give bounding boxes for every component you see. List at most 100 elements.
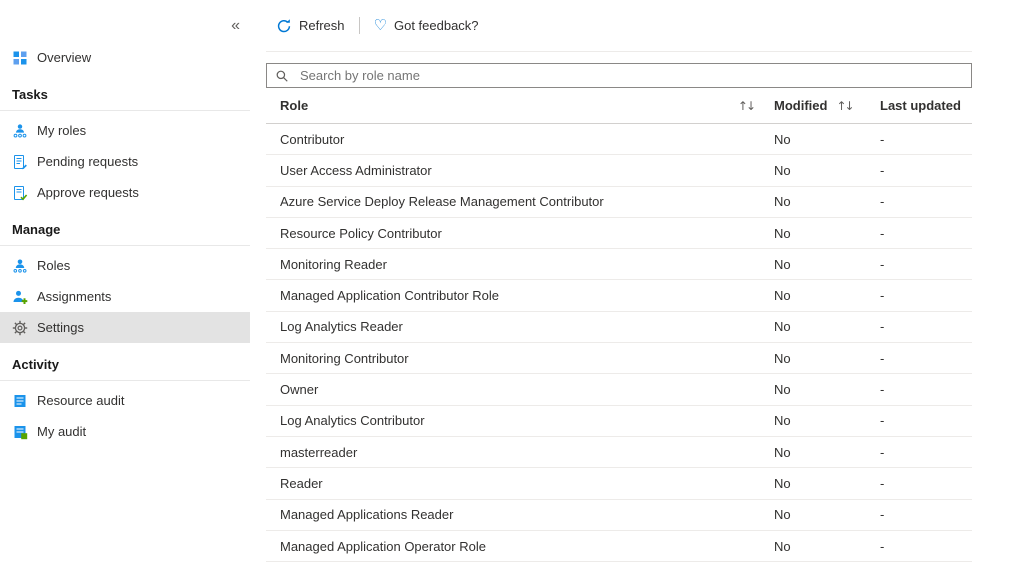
modified-value: No	[774, 445, 880, 460]
role-name: Managed Applications Reader	[266, 507, 774, 522]
search-input[interactable]	[298, 67, 963, 84]
table-header: Role ↑↓ Modified ↑↓ Last updated	[266, 88, 972, 124]
sort-role-icon[interactable]: ↑↓	[738, 99, 756, 113]
sidebar-item-label: My roles	[37, 123, 86, 138]
sidebar-section-header-tasks: Tasks	[0, 73, 250, 110]
table-row[interactable]: Resource Policy Contributor No -	[266, 218, 972, 249]
main-content: Refresh ♡ Got feedback? Role ↑↓ Modified…	[266, 0, 972, 562]
table-row[interactable]: Managed Application Operator Role No -	[266, 531, 972, 562]
sidebar-item-label: Roles	[37, 258, 70, 273]
toolbar-divider	[359, 17, 360, 34]
role-name: User Access Administrator	[266, 163, 774, 178]
assignments-icon	[12, 289, 28, 305]
role-name: Monitoring Contributor	[266, 351, 774, 366]
last-updated-value: -	[880, 163, 972, 178]
sidebar-item-label: Overview	[37, 50, 91, 65]
sidebar-item-my-audit[interactable]: My audit	[0, 416, 250, 447]
pending-requests-icon	[12, 154, 28, 170]
table-row[interactable]: Reader No -	[266, 468, 972, 499]
my-audit-icon	[12, 424, 28, 440]
refresh-label: Refresh	[299, 18, 345, 33]
modified-value: No	[774, 226, 880, 241]
sidebar-item-approve-requests[interactable]: Approve requests	[0, 177, 250, 208]
sidebar-item-pending-requests[interactable]: Pending requests	[0, 146, 250, 177]
feedback-button[interactable]: ♡ Got feedback?	[374, 18, 479, 33]
role-name: Managed Application Contributor Role	[266, 288, 774, 303]
sidebar-section-header-activity: Activity	[0, 343, 250, 380]
role-name: Log Analytics Contributor	[266, 413, 774, 428]
last-updated-value: -	[880, 445, 972, 460]
column-header-modified[interactable]: Modified	[774, 98, 827, 113]
sidebar-item-resource-audit[interactable]: Resource audit	[0, 385, 250, 416]
sidebar-item-label: Pending requests	[37, 154, 138, 169]
sidebar-section-header-manage: Manage	[0, 208, 250, 245]
last-updated-value: -	[880, 413, 972, 428]
role-name: Monitoring Reader	[266, 257, 774, 272]
table-row[interactable]: Managed Application Contributor Role No …	[266, 280, 972, 311]
last-updated-value: -	[880, 257, 972, 272]
table-body: Contributor No - User Access Administrat…	[266, 124, 972, 562]
role-name: Reader	[266, 476, 774, 491]
sidebar-item-label: My audit	[37, 424, 86, 439]
table-row[interactable]: Contributor No -	[266, 124, 972, 155]
role-name: Resource Policy Contributor	[266, 226, 774, 241]
sidebar-divider	[0, 245, 250, 246]
overview-icon	[12, 50, 28, 66]
modified-value: No	[774, 382, 880, 397]
table-row[interactable]: Log Analytics Contributor No -	[266, 406, 972, 437]
sort-modified-icon[interactable]: ↑↓	[836, 99, 854, 113]
table-row[interactable]: Log Analytics Reader No -	[266, 312, 972, 343]
role-name: Contributor	[266, 132, 774, 147]
table-row[interactable]: Monitoring Reader No -	[266, 249, 972, 280]
refresh-button[interactable]: Refresh	[276, 18, 345, 34]
modified-value: No	[774, 163, 880, 178]
last-updated-value: -	[880, 194, 972, 209]
last-updated-value: -	[880, 382, 972, 397]
modified-value: No	[774, 476, 880, 491]
table-row[interactable]: Azure Service Deploy Release Management …	[266, 187, 972, 218]
table-row[interactable]: User Access Administrator No -	[266, 155, 972, 186]
modified-value: No	[774, 507, 880, 522]
sidebar-item-label: Resource audit	[37, 393, 124, 408]
role-name: Owner	[266, 382, 774, 397]
sidebar-item-settings[interactable]: Settings	[0, 312, 250, 343]
sidebar: « Overview Tasks My roles Pending reques…	[0, 0, 250, 587]
last-updated-value: -	[880, 132, 972, 147]
modified-value: No	[774, 539, 880, 554]
modified-value: No	[774, 319, 880, 334]
sidebar-divider	[0, 110, 250, 111]
sidebar-item-assignments[interactable]: Assignments	[0, 281, 250, 312]
modified-value: No	[774, 257, 880, 272]
role-name: Managed Application Operator Role	[266, 539, 774, 554]
role-name: Log Analytics Reader	[266, 319, 774, 334]
role-name: Azure Service Deploy Release Management …	[266, 194, 774, 209]
collapse-sidebar-icon[interactable]: «	[231, 18, 240, 34]
feedback-label: Got feedback?	[394, 18, 479, 33]
sidebar-item-overview[interactable]: Overview	[0, 42, 250, 73]
role-name: masterreader	[266, 445, 774, 460]
last-updated-value: -	[880, 539, 972, 554]
last-updated-value: -	[880, 507, 972, 522]
table-row[interactable]: Managed Applications Reader No -	[266, 500, 972, 531]
last-updated-value: -	[880, 226, 972, 241]
roles-icon	[12, 258, 28, 274]
table-row[interactable]: masterreader No -	[266, 437, 972, 468]
table-row[interactable]: Owner No -	[266, 374, 972, 405]
heart-icon: ♡	[374, 18, 387, 33]
last-updated-value: -	[880, 351, 972, 366]
search-box	[266, 63, 972, 88]
column-header-last-updated[interactable]: Last updated	[880, 98, 961, 113]
sidebar-item-my-roles[interactable]: My roles	[0, 115, 250, 146]
last-updated-value: -	[880, 288, 972, 303]
resource-audit-icon	[12, 393, 28, 409]
refresh-icon	[276, 18, 292, 34]
approve-requests-icon	[12, 185, 28, 201]
sidebar-item-label: Assignments	[37, 289, 111, 304]
table-row[interactable]: Monitoring Contributor No -	[266, 343, 972, 374]
last-updated-value: -	[880, 476, 972, 491]
sidebar-divider	[0, 380, 250, 381]
command-bar: Refresh ♡ Got feedback?	[266, 0, 972, 52]
sidebar-item-label: Settings	[37, 320, 84, 335]
column-header-role[interactable]: Role	[280, 98, 308, 113]
sidebar-item-roles[interactable]: Roles	[0, 250, 250, 281]
